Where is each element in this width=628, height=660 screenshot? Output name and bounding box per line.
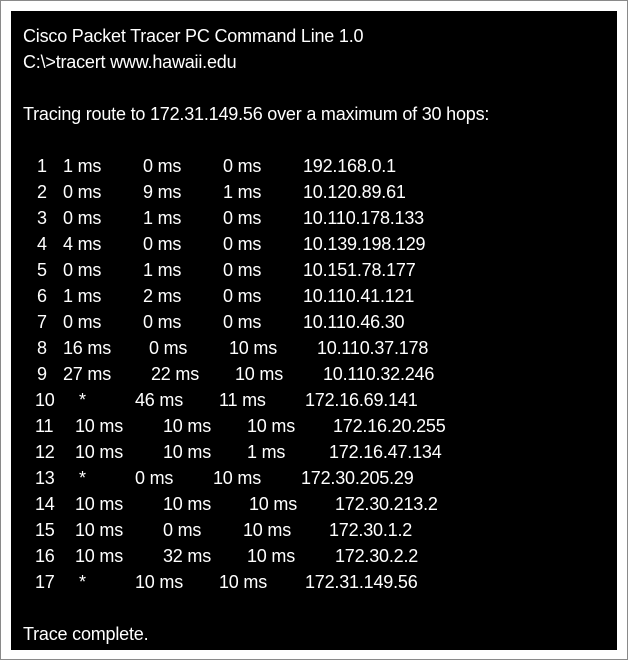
round-trip-time-2: 10 ms xyxy=(163,416,212,436)
hop-ip-address: 172.16.69.141 xyxy=(305,390,418,410)
round-trip-time-3: 1 ms xyxy=(247,442,286,462)
round-trip-time-1: 10 ms xyxy=(75,494,124,514)
round-trip-time-3: 10 ms xyxy=(247,416,296,436)
hop-number: 2 xyxy=(37,182,47,202)
command-prompt-console[interactable]: Cisco Packet Tracer PC Command Line 1.0 … xyxy=(11,11,617,650)
round-trip-time-3: 10 ms xyxy=(243,520,292,540)
hop-number: 16 xyxy=(35,546,55,566)
round-trip-time-2: 0 ms xyxy=(163,520,202,540)
round-trip-time-2: 1 ms xyxy=(143,208,182,228)
command-line: C:\>tracert www.hawaii.edu xyxy=(23,52,237,72)
round-trip-time-2: 10 ms xyxy=(163,442,212,462)
round-trip-time-3: 0 ms xyxy=(223,286,262,306)
hop-number: 11 xyxy=(35,416,54,436)
round-trip-time-2: 46 ms xyxy=(135,390,184,410)
round-trip-time-3: 10 ms xyxy=(219,572,268,592)
hop-number: 7 xyxy=(37,312,47,332)
hop-number: 17 xyxy=(35,572,55,592)
round-trip-time-3: 0 ms xyxy=(223,234,262,254)
round-trip-time-2: 0 ms xyxy=(143,234,182,254)
hop-ip-address: 10.110.178.133 xyxy=(303,208,424,228)
round-trip-time-2: 22 ms xyxy=(151,364,200,384)
round-trip-time-1: 0 ms xyxy=(63,208,102,228)
hop-ip-address: 172.30.213.2 xyxy=(335,494,438,514)
round-trip-time-1: 10 ms xyxy=(75,442,124,462)
round-trip-time-3: 11 ms xyxy=(219,390,266,410)
hop-ip-address: 172.31.149.56 xyxy=(305,572,418,592)
hop-ip-address: 10.139.198.129 xyxy=(303,234,426,254)
round-trip-time-2: 0 ms xyxy=(135,468,174,488)
hop-ip-address: 192.168.0.1 xyxy=(303,156,396,176)
hop-number: 12 xyxy=(35,442,55,462)
round-trip-time-1: 1 ms xyxy=(63,286,102,306)
round-trip-time-2: 10 ms xyxy=(135,572,184,592)
round-trip-time-2: 32 ms xyxy=(163,546,212,566)
console-title-line: Cisco Packet Tracer PC Command Line 1.0 xyxy=(23,26,364,46)
hop-number: 14 xyxy=(35,494,55,514)
hop-number: 1 xyxy=(37,156,47,176)
round-trip-time-1: 27 ms xyxy=(63,364,112,384)
round-trip-time-2: 9 ms xyxy=(143,182,182,202)
round-trip-time-1: 16 ms xyxy=(63,338,112,358)
hop-number: 3 xyxy=(37,208,47,228)
round-trip-time-1: * xyxy=(79,572,86,592)
round-trip-time-3: 0 ms xyxy=(223,312,262,332)
round-trip-time-3: 0 ms xyxy=(223,260,262,280)
round-trip-time-3: 10 ms xyxy=(235,364,284,384)
round-trip-time-3: 10 ms xyxy=(247,546,296,566)
round-trip-time-3: 10 ms xyxy=(229,338,278,358)
hop-number: 9 xyxy=(37,364,47,384)
round-trip-time-1: 0 ms xyxy=(63,260,102,280)
hop-ip-address: 172.30.1.2 xyxy=(329,520,413,540)
round-trip-time-3: 0 ms xyxy=(223,156,262,176)
hop-number: 8 xyxy=(37,338,47,358)
hop-ip-address: 172.30.205.29 xyxy=(301,468,414,488)
hop-number: 6 xyxy=(37,286,47,306)
hop-ip-address: 10.120.89.61 xyxy=(303,182,406,202)
hop-ip-address: 10.110.46.30 xyxy=(303,312,405,332)
round-trip-time-1: 4 ms xyxy=(63,234,102,254)
round-trip-time-1: 10 ms xyxy=(75,520,124,540)
round-trip-time-1: 0 ms xyxy=(63,182,102,202)
round-trip-time-2: 2 ms xyxy=(143,286,182,306)
window-frame: Cisco Packet Tracer PC Command Line 1.0 … xyxy=(0,0,628,660)
round-trip-time-3: 1 ms xyxy=(223,182,262,202)
round-trip-time-1: * xyxy=(79,468,86,488)
hop-ip-address: 10.151.78.177 xyxy=(303,260,416,280)
hop-ip-address: 10.110.32.246 xyxy=(323,364,435,384)
round-trip-time-2: 0 ms xyxy=(143,312,182,332)
hop-ip-address: 10.110.37.178 xyxy=(317,338,429,358)
hop-number: 4 xyxy=(37,234,47,254)
round-trip-time-2: 0 ms xyxy=(149,338,188,358)
round-trip-time-1: 0 ms xyxy=(63,312,102,332)
round-trip-time-1: 10 ms xyxy=(75,546,124,566)
round-trip-time-1: * xyxy=(79,390,86,410)
round-trip-time-2: 10 ms xyxy=(163,494,212,514)
hop-number: 13 xyxy=(35,468,55,488)
round-trip-time-3: 10 ms xyxy=(249,494,298,514)
hop-number: 15 xyxy=(35,520,55,540)
hop-ip-address: 172.16.20.255 xyxy=(333,416,446,436)
round-trip-time-1: 10 ms xyxy=(75,416,124,436)
round-trip-time-2: 0 ms xyxy=(143,156,182,176)
hop-ip-address: 10.110.41.121 xyxy=(303,286,415,306)
hop-ip-address: 172.16.47.134 xyxy=(329,442,442,462)
tracing-info-line: Tracing route to 172.31.149.56 over a ma… xyxy=(23,104,490,124)
hop-ip-address: 172.30.2.2 xyxy=(335,546,419,566)
hop-number: 5 xyxy=(37,260,47,280)
trace-complete-line: Trace complete. xyxy=(23,624,149,644)
round-trip-time-3: 10 ms xyxy=(213,468,262,488)
round-trip-time-2: 1 ms xyxy=(143,260,182,280)
hop-number: 10 xyxy=(35,390,55,410)
round-trip-time-1: 1 ms xyxy=(63,156,102,176)
round-trip-time-3: 0 ms xyxy=(223,208,262,228)
